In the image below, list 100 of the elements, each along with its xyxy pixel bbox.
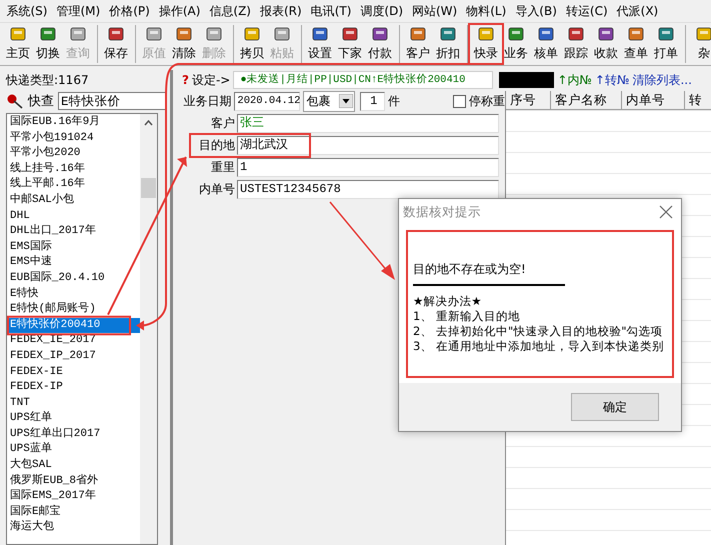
quick-search-field[interactable]: E特快张价 — [58, 92, 166, 110]
toolbar-button[interactable]: 查单 — [621, 25, 651, 63]
list-item[interactable]: 俄罗斯EUB_8省外 — [9, 474, 140, 490]
list-item[interactable]: 大包SAL — [9, 458, 140, 474]
list-item[interactable]: FEDEX_IP_2017 — [9, 348, 140, 364]
toolbar-button[interactable]: 切换 — [33, 25, 63, 63]
column-header[interactable]: 内单号 — [622, 91, 685, 109]
checkbox[interactable] — [453, 94, 466, 108]
close-icon — [659, 205, 673, 219]
list-item[interactable]: FEDEX_IE_2017 — [9, 333, 140, 349]
scrollbar[interactable] — [140, 114, 157, 544]
settings-label: 设定-> — [192, 72, 230, 88]
menu-item[interactable]: 系统(S) — [2, 2, 52, 20]
express-type-label: 快递类型:1167 — [6, 72, 90, 89]
menu-item[interactable]: 报表(R) — [255, 2, 306, 20]
toolbar-button[interactable]: 拷贝 — [237, 25, 267, 63]
toolbar-button[interactable]: 收款 — [591, 25, 621, 63]
date-field[interactable]: 2020.04.12 — [234, 92, 300, 110]
list-item[interactable]: EMS中速 — [9, 255, 140, 271]
toolbar-button[interactable]: 清除 — [169, 25, 199, 63]
list-item[interactable]: 国际EUB.16年9月 — [9, 115, 140, 131]
menu-item[interactable]: 代派(X) — [612, 2, 663, 20]
ok-button[interactable]: 确定 — [571, 393, 659, 421]
tile-icon — [146, 26, 162, 42]
tile-icon — [244, 26, 260, 42]
list-item[interactable]: 中邮SAL小包 — [9, 192, 140, 209]
text-field[interactable]: 湖北武汉 — [237, 136, 499, 155]
scrollbar-thumb[interactable] — [141, 178, 156, 198]
list-item[interactable]: 国际E邮宝 — [9, 504, 140, 520]
toolbar-button[interactable]: 设置 — [305, 25, 335, 63]
menu-item[interactable]: 操作(A) — [154, 2, 205, 20]
menu-item[interactable]: 导入(B) — [510, 2, 562, 20]
menu-item[interactable]: 调度(D) — [356, 2, 408, 20]
solution-heading: ★解决办法★ — [413, 294, 483, 309]
list-item[interactable]: 平常小包2020 — [9, 146, 140, 162]
masked-field — [499, 72, 554, 88]
column-header[interactable]: 序号 — [506, 91, 551, 109]
tile-icon — [508, 26, 524, 42]
list-item[interactable]: TNT — [9, 396, 140, 412]
list-item[interactable]: UPS蓝单 — [9, 442, 140, 458]
list-item[interactable]: 线上平邮.16年 — [9, 177, 140, 193]
list-item[interactable]: 海运大包 — [9, 520, 140, 536]
solution-step: 1、 重新输入目的地 — [413, 309, 681, 324]
text-field[interactable]: 张三 — [237, 114, 499, 133]
count-field[interactable]: 1 — [360, 92, 385, 110]
list-item[interactable]: DHL出口_2017年 — [9, 224, 140, 240]
checkbox-label: 停称重 — [469, 92, 505, 110]
solution-step: 3、 在通用地址中添加地址，导入到本快递类别 — [413, 339, 681, 354]
list-item[interactable]: 国际EMS_2017年 — [9, 489, 140, 505]
toolbar-button[interactable]: 保存 — [101, 25, 131, 63]
toolbar-button[interactable]: 付款 — [365, 25, 395, 63]
tile-icon — [568, 26, 584, 42]
clear-list-link[interactable]: 清除列表... — [632, 72, 692, 88]
error-message: 目的地不存在或为空! — [413, 261, 527, 278]
column-header[interactable]: 客户名称 — [551, 91, 622, 109]
toolbar-button[interactable]: 核单 — [531, 25, 561, 63]
list-item[interactable]: DHL — [9, 208, 140, 224]
tile-icon — [10, 26, 26, 42]
list-item[interactable]: 线上挂号.16年 — [9, 162, 140, 178]
toolbar-button[interactable]: 客户 — [403, 25, 433, 63]
field-label: 重里 — [210, 159, 235, 176]
toolbar-button[interactable]: 折扣 — [433, 25, 463, 63]
toolbar-button[interactable]: 快录 — [471, 25, 501, 63]
list-item[interactable]: UPS红单 — [9, 411, 140, 427]
dialog-title: 数据核对提示 — [403, 204, 481, 220]
menu-item[interactable]: 网站(W) — [408, 2, 462, 20]
list-item[interactable]: E特快张价200410 — [9, 318, 140, 334]
express-type-list[interactable] — [6, 113, 158, 545]
menu-item[interactable]: 价格(P) — [104, 2, 154, 20]
list-item[interactable]: E特快(邮局账号) — [9, 302, 140, 318]
list-item[interactable]: E特快 — [9, 286, 140, 302]
list-item[interactable]: FEDEX-IP — [9, 380, 140, 396]
list-item[interactable]: 平常小包191024 — [9, 130, 140, 146]
tile-icon — [538, 26, 554, 42]
column-header[interactable]: 转 — [685, 91, 711, 109]
menu-item[interactable]: 转运(C) — [561, 2, 612, 20]
list-item[interactable]: UPS红单出口2017 — [9, 426, 140, 442]
quick-search-label: 快查 — [28, 93, 54, 110]
toolbar-button[interactable]: 业务 — [501, 25, 531, 63]
unit-label: 件 — [388, 92, 400, 110]
list-item[interactable]: FEDEX-IE — [9, 364, 140, 380]
menu-item[interactable]: 电讯(T) — [306, 2, 356, 20]
package-dropdown[interactable]: 包裹 — [303, 90, 356, 112]
list-item[interactable]: EUB国际_20.4.10 — [9, 270, 140, 287]
field-label: 目的地 — [198, 137, 235, 154]
toolbar-button[interactable]: 跟踪 — [561, 25, 591, 63]
status-field: ●未发送|月结|PP|USD|CN↑E特快张价200410 — [233, 71, 494, 89]
toolbar-button[interactable]: 下家 — [335, 25, 365, 63]
menu-item[interactable]: 信息(Z) — [204, 2, 256, 20]
toolbar-button[interactable]: 杂 — [689, 25, 711, 63]
toolbar-button[interactable]: 主页 — [3, 25, 33, 63]
field-label: 内单号 — [198, 181, 235, 198]
inner-number-link[interactable]: ↑内№ — [557, 72, 592, 88]
toolbar-button[interactable]: 打单 — [651, 25, 681, 63]
transfer-number-link[interactable]: ↑转№ — [594, 72, 630, 88]
text-field[interactable]: 1 — [237, 158, 499, 177]
menu-item[interactable]: 管理(M) — [52, 2, 105, 20]
text-field[interactable]: USTEST12345678 — [237, 180, 499, 199]
menu-item[interactable]: 物料(L) — [462, 2, 511, 20]
list-item[interactable]: EMS国际 — [9, 240, 140, 256]
